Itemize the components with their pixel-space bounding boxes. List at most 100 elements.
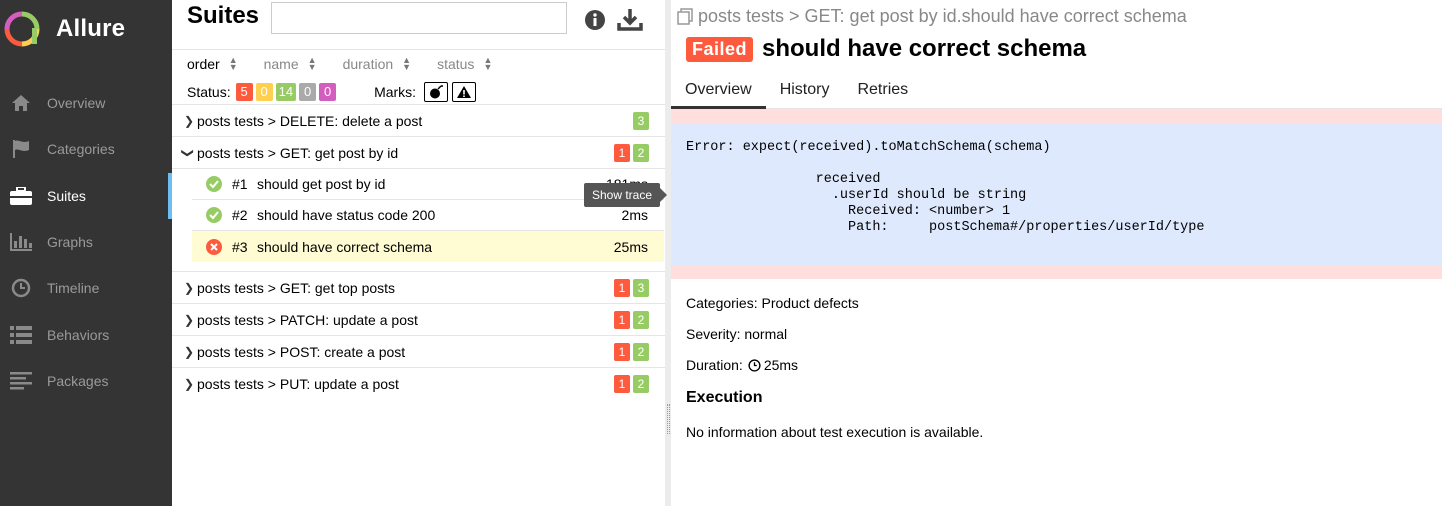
status-filter-passed[interactable]: 14: [275, 83, 297, 101]
download-icon[interactable]: [617, 6, 643, 32]
suite-group-counts: 1 3: [611, 278, 649, 297]
passed-count-badge: 2: [633, 375, 649, 393]
brand-name: Allure: [56, 15, 126, 42]
suite-group[interactable]: ❯ posts tests > PATCH: update a post 1 2: [172, 304, 665, 336]
info-icon[interactable]: [584, 9, 606, 31]
sidebar-item-label: Timeline: [47, 280, 100, 297]
detail-tabs: Overview History Retries: [671, 72, 1442, 109]
flag-icon: [9, 137, 33, 161]
failed-x-icon: [206, 238, 222, 255]
passed-count-badge: 3: [633, 278, 649, 297]
sidebar-item-suites[interactable]: Suites: [0, 172, 172, 220]
suite-group[interactable]: ❯ posts tests > PUT: update a post 1 2: [172, 368, 665, 400]
warning-icon: [457, 86, 472, 98]
clock-icon: [748, 358, 761, 372]
test-detail-pane: posts tests > GET: get post by id.should…: [671, 0, 1442, 506]
status-filter-skipped[interactable]: 0: [299, 83, 317, 101]
sidebar: Allure Overview Categories Suites Graphs…: [0, 0, 172, 506]
sidebar-item-label: Categories: [47, 141, 115, 158]
show-trace-tooltip: Show trace: [584, 183, 667, 207]
suite-group[interactable]: ❯ posts tests > GET: get post by id 1 2: [172, 137, 665, 169]
bar-chart-icon: [9, 230, 33, 254]
failed-count-badge: 1: [614, 143, 630, 162]
status-filter-unknown[interactable]: 0: [319, 83, 337, 101]
passed-check-icon: [206, 207, 222, 223]
suite-group-label: posts tests > POST: create a post: [197, 343, 406, 360]
splitter-grip-icon[interactable]: [667, 404, 670, 434]
severity-line: Severity: normal: [686, 326, 788, 342]
search-input[interactable]: [271, 2, 567, 34]
error-message-box[interactable]: Error: expect(received).toMatchSchema(sc…: [671, 124, 1442, 266]
status-filter-failed[interactable]: 5: [235, 83, 253, 101]
align-left-icon: [9, 369, 33, 393]
passed-count-badge: 2: [633, 143, 649, 162]
sort-by-order[interactable]: order ▲ ▼: [187, 55, 238, 73]
sort-arrows-icon: ▲ ▼: [402, 55, 412, 72]
sort-label: duration: [342, 56, 394, 72]
marks-label: Marks:: [374, 84, 417, 100]
sidebar-item-label: Suites: [47, 187, 86, 204]
sidebar-item-packages[interactable]: Packages: [0, 358, 172, 404]
copy-icon[interactable]: [676, 7, 694, 26]
chevron-right-icon: ❯: [184, 345, 195, 359]
test-name: should have status code 200: [257, 207, 436, 223]
duration-value: 25ms: [763, 357, 799, 373]
sort-label: status: [437, 56, 475, 72]
sidebar-item-categories[interactable]: Categories: [0, 126, 172, 172]
tab-retries[interactable]: Retries: [843, 72, 922, 109]
list-icon: [9, 323, 33, 347]
status-filter-broken[interactable]: 0: [255, 83, 273, 101]
suite-group-counts: 1 2: [611, 143, 649, 162]
sort-by-duration[interactable]: duration ▲ ▼: [342, 55, 412, 73]
sort-toolbar: order ▲ ▼ name ▲ ▼ duration ▲ ▼ status ▲ ▼ Statu…: [172, 49, 665, 105]
home-icon: [9, 91, 33, 115]
test-row-selected[interactable]: #3 should have correct schema 25ms: [192, 231, 664, 262]
sidebar-nav: Overview Categories Suites Graphs Timeli…: [0, 80, 172, 404]
error-block: Error: expect(received).toMatchSchema(sc…: [671, 109, 1442, 279]
page-title: Suites: [187, 2, 260, 29]
sidebar-item-label: Behaviors: [47, 326, 110, 343]
bomb-icon: [430, 85, 444, 99]
sidebar-item-label: Graphs: [47, 234, 93, 251]
test-title: should have correct schema: [762, 35, 1087, 62]
mark-flaky-toggle[interactable]: [424, 82, 449, 102]
sidebar-item-timeline[interactable]: Timeline: [0, 265, 172, 311]
chevron-right-icon: ❯: [184, 377, 195, 391]
sort-by-status[interactable]: status ▲ ▼: [437, 55, 493, 73]
tab-overview[interactable]: Overview: [671, 72, 766, 109]
sidebar-item-overview[interactable]: Overview: [0, 80, 172, 126]
suite-group-label: posts tests > GET: get post by id: [197, 144, 399, 161]
brand[interactable]: Allure: [4, 10, 125, 48]
sort-controls: order ▲ ▼ name ▲ ▼ duration ▲ ▼ status ▲ ▼: [187, 55, 518, 73]
clock-icon: [9, 276, 33, 300]
chevron-right-icon: ❯: [184, 114, 195, 128]
categories-line: Categories: Product defects: [686, 295, 859, 311]
mark-new-failed-toggle[interactable]: [452, 82, 477, 102]
passed-check-icon: [206, 176, 222, 192]
sidebar-item-label: Packages: [47, 372, 109, 389]
sort-by-name[interactable]: name ▲ ▼: [264, 56, 317, 73]
sort-label: order: [187, 56, 220, 72]
status-badge: Failed: [686, 36, 754, 62]
suite-group-label: posts tests > PUT: update a post: [197, 376, 399, 392]
suite-group[interactable]: ❯ posts tests > DELETE: delete a post 3: [172, 105, 665, 137]
chevron-right-icon: ❯: [184, 281, 195, 295]
sidebar-item-graphs[interactable]: Graphs: [0, 219, 172, 265]
suite-group-counts: 1 2: [611, 342, 649, 361]
test-duration: 25ms: [613, 238, 648, 255]
suite-group[interactable]: ❯ posts tests > GET: get top posts 1 3: [172, 272, 665, 304]
suite-group-counts: 3: [630, 111, 649, 130]
failed-count-badge: 1: [614, 375, 630, 393]
suite-group-counts: 1 2: [611, 375, 649, 393]
test-order: #3: [232, 238, 248, 255]
test-duration: 2ms: [621, 207, 648, 223]
tab-history[interactable]: History: [766, 72, 844, 109]
sort-arrows-icon: ▲ ▼: [228, 55, 238, 72]
sidebar-item-behaviors[interactable]: Behaviors: [0, 311, 172, 357]
duration-line: Duration: 25ms: [686, 357, 798, 373]
test-name: should get post by id: [257, 176, 386, 192]
sort-arrows-icon: ▲ ▼: [483, 55, 493, 72]
suite-group[interactable]: ❯ posts tests > POST: create a post 1 2: [172, 336, 665, 368]
failed-count-badge: 1: [614, 278, 630, 297]
test-order: #1: [232, 176, 248, 192]
